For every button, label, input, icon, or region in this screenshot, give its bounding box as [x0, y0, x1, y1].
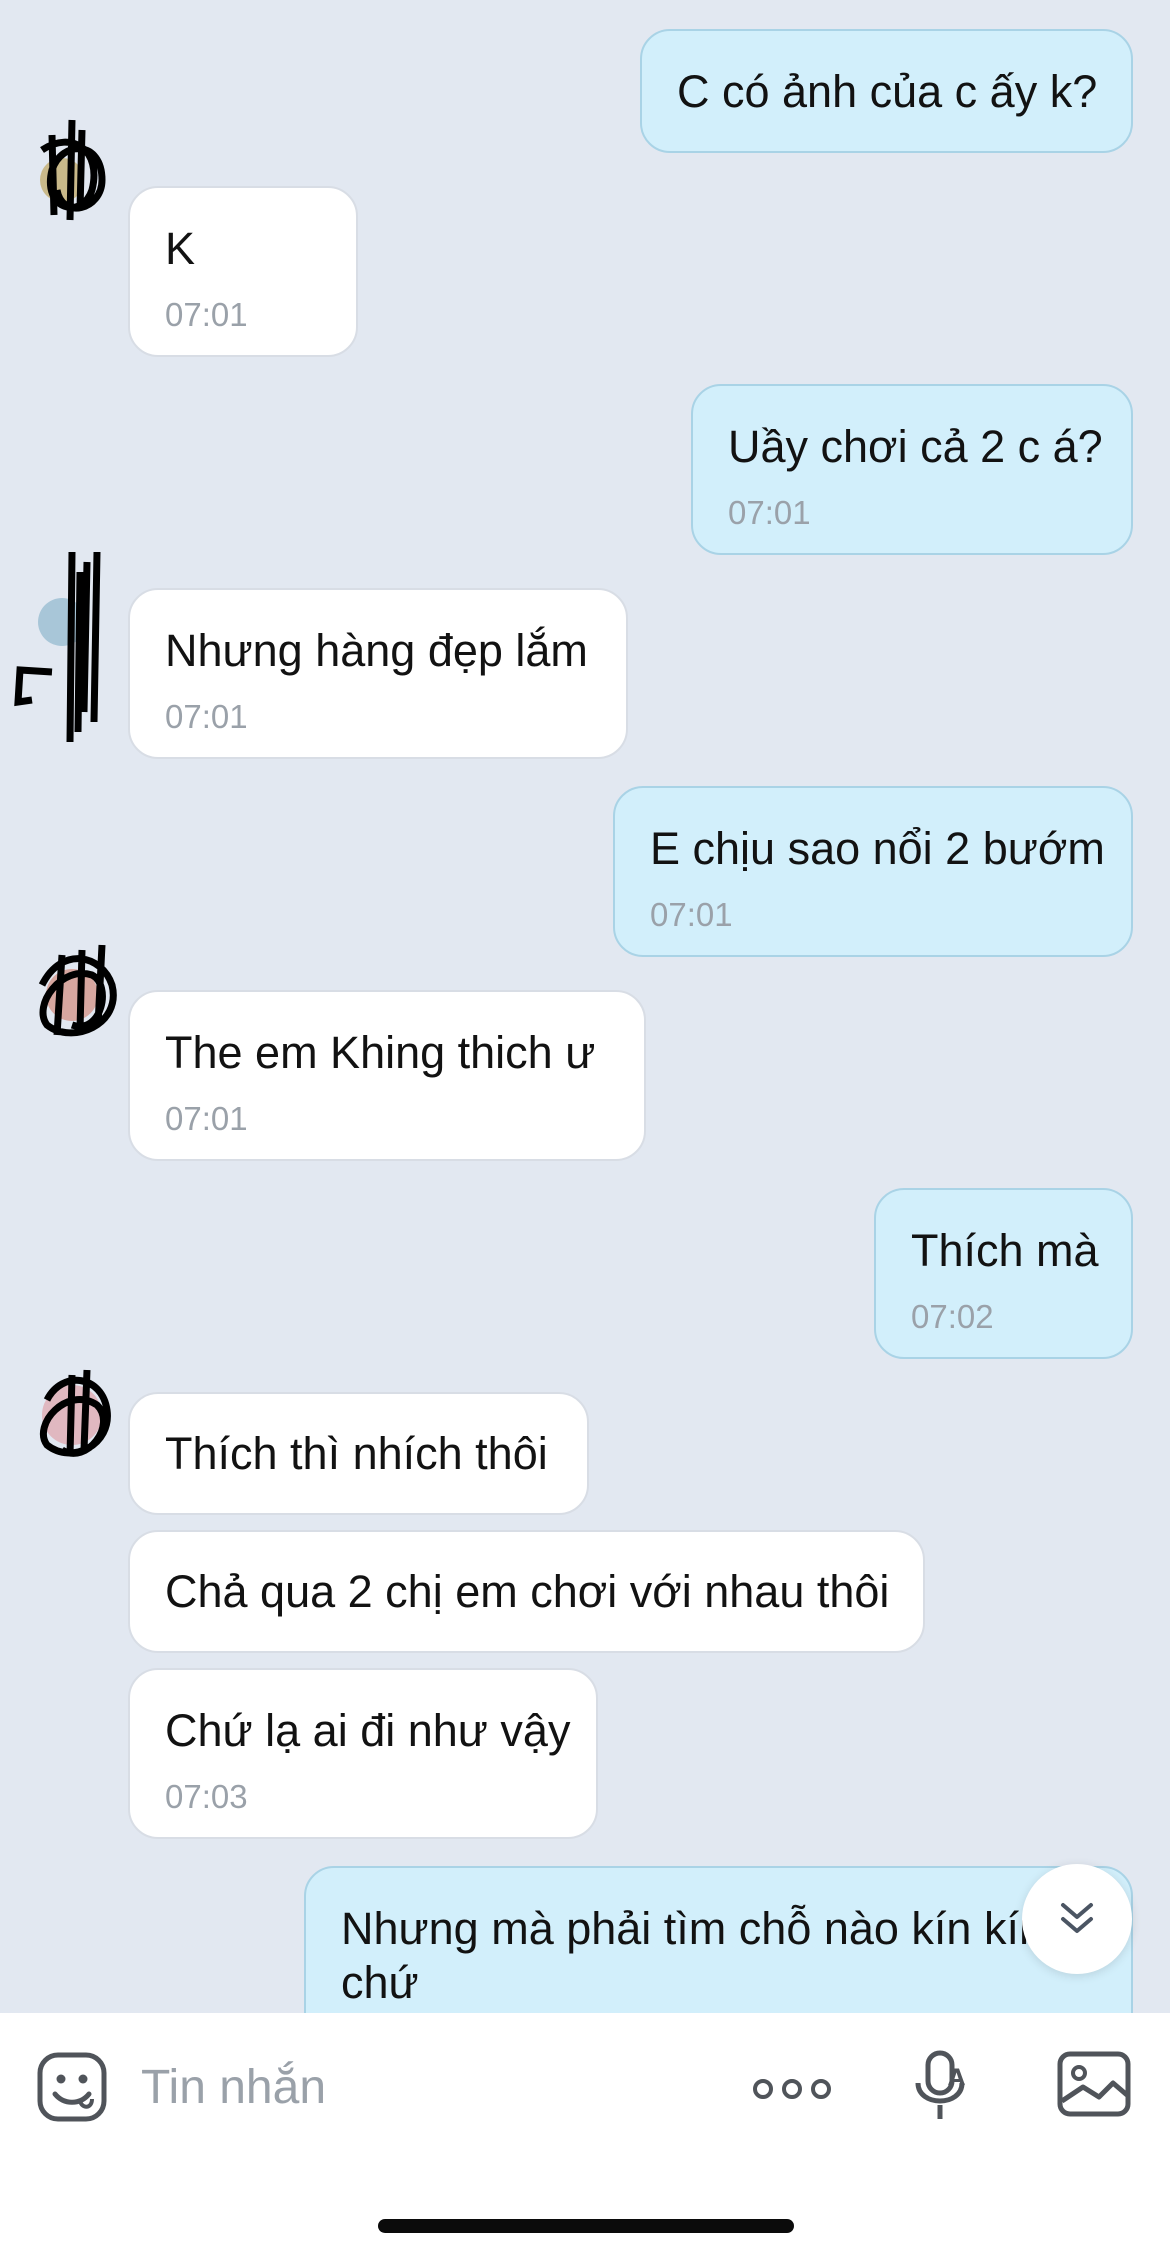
message-bubble-outgoing[interactable]: E chịu sao nổi 2 bướm 07:01 — [613, 786, 1133, 957]
avatar[interactable] — [32, 119, 118, 221]
message-text: Uầy chơi cả 2 c á? — [728, 421, 1103, 472]
avatar-scribble — [40, 119, 106, 221]
avatar-scribble — [14, 551, 101, 743]
scroll-to-bottom-button[interactable] — [1022, 1864, 1132, 1974]
avatar-scribble — [39, 1369, 111, 1457]
message-bubble-outgoing[interactable]: Uầy chơi cả 2 c á? 07:01 — [691, 384, 1133, 555]
message-text: Thích thì nhích thôi — [165, 1428, 548, 1479]
message-text: Chứ lạ ai đi như vậy — [165, 1705, 571, 1756]
message-text: E chịu sao nổi 2 bướm — [650, 823, 1105, 874]
message-bubble-incoming[interactable]: K 07:01 — [128, 186, 358, 357]
message-text-line2: chứ — [341, 1957, 419, 2008]
message-time: 07:01 — [165, 1100, 248, 1137]
message-text: The em Khing thich ư — [165, 1027, 596, 1078]
avatar[interactable] — [14, 551, 118, 743]
message-time: 07:01 — [165, 698, 248, 735]
message-bubble-outgoing[interactable]: C có ảnh của c ấy k? — [640, 29, 1133, 153]
message-text: Nhưng hàng đẹp lắm — [165, 625, 588, 676]
message-text: Nhưng mà phải tìm chỗ nào kín kín — [341, 1903, 1044, 1954]
message-bubble-incoming[interactable]: Chả qua 2 chị em chơi với nhau thôi — [128, 1530, 925, 1653]
message-time: 07:01 — [650, 896, 733, 933]
emoji-icon[interactable] — [36, 2051, 108, 2128]
message-text: Thích mà — [911, 1225, 1099, 1276]
message-bubble-incoming[interactable]: Chứ lạ ai đi như vậy 07:03 — [128, 1668, 598, 1839]
avatar[interactable] — [32, 944, 118, 1037]
chat-thread[interactable]: C có ảnh của c ấy k? K 07:01 Uầy chơi cả… — [0, 0, 1170, 2013]
avatar[interactable] — [32, 1369, 118, 1457]
message-bubble-incoming[interactable]: Thích thì nhích thôi — [128, 1392, 589, 1515]
home-indicator — [378, 2219, 794, 2233]
message-text: Chả qua 2 chị em chơi với nhau thôi — [165, 1566, 890, 1617]
message-time: 07:01 — [728, 494, 811, 531]
message-time: 07:01 — [165, 296, 248, 333]
message-text: K — [165, 223, 196, 274]
message-bubble-incoming[interactable]: The em Khing thich ư 07:01 — [128, 990, 646, 1161]
message-bubble-outgoing[interactable]: Nhưng mà phải tìm chỗ nào kín kín chứ — [304, 1866, 1133, 2013]
message-bubble-incoming[interactable]: Nhưng hàng đẹp lắm 07:01 — [128, 588, 628, 759]
message-time: 07:03 — [165, 1778, 248, 1815]
svg-text:A: A — [948, 2066, 965, 2091]
voice-to-text-icon[interactable]: A — [912, 2049, 972, 2130]
double-chevron-down-icon — [1061, 1903, 1093, 1933]
message-text: C có ảnh của c ấy k? — [677, 66, 1098, 117]
more-icon[interactable] — [752, 2078, 832, 2105]
avatar-scribble — [38, 944, 117, 1037]
message-bubble-outgoing[interactable]: Thích mà 07:02 — [874, 1188, 1133, 1359]
message-input[interactable]: Tin nhắn — [141, 2060, 326, 2116]
message-time: 07:02 — [911, 1298, 994, 1335]
gallery-icon[interactable] — [1057, 2051, 1131, 2122]
